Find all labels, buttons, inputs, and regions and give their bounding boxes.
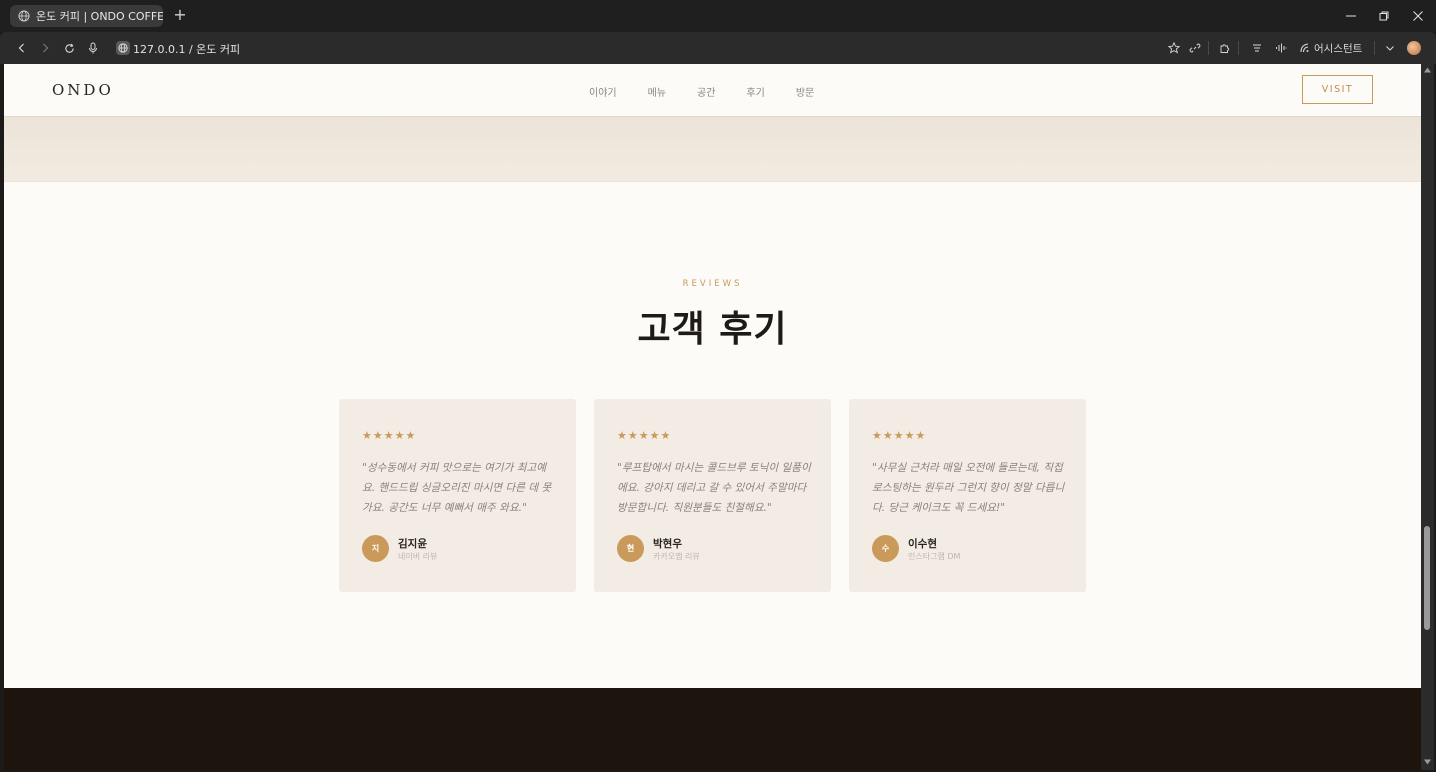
toolbar-divider <box>1208 41 1209 55</box>
visit-button[interactable]: VISIT <box>1302 75 1373 104</box>
review-card: ★★★★★ "성수동에서 커피 맛으로는 여기가 최고예요. 핸드드립 싱글오리… <box>339 399 576 592</box>
address-bar[interactable]: 127.0.0.1 / 온도 커피 <box>133 41 240 57</box>
page-viewport: ONDO 이야기 메뉴 공간 후기 방문 VISIT REVIEWS 고객 후기… <box>4 64 1421 770</box>
new-tab-button[interactable]: + <box>172 6 188 24</box>
reviewer-source: 카카오맵 리뷰 <box>653 552 700 561</box>
chevron-down-icon[interactable] <box>1382 40 1398 56</box>
browser-titlebar: 온도 커피 | ONDO COFFEE + <box>0 0 1436 32</box>
audio-wave-icon[interactable] <box>1273 40 1289 56</box>
tab-title: 온도 커피 | ONDO COFFEE <box>36 10 163 23</box>
reviewer-name: 이수현 <box>908 538 937 550</box>
globe-icon <box>18 10 30 22</box>
nav-item-reviews[interactable]: 후기 <box>746 84 764 99</box>
star-rating: ★★★★★ <box>872 429 927 442</box>
site-logo[interactable]: ONDO <box>52 81 114 99</box>
review-quote: "성수동에서 커피 맛으로는 여기가 최고예요. 핸드드립 싱글오리진 마시면 … <box>362 462 552 514</box>
star-rating: ★★★★★ <box>617 429 672 442</box>
review-card: ★★★★★ "사무실 근처라 매일 오전에 들르는데, 직접 로스팅하는 원두라… <box>849 399 1086 592</box>
browser-toolbar: 127.0.0.1 / 온도 커피 어시스턴트 <box>0 32 1436 64</box>
reviewer-name: 박현우 <box>653 538 682 550</box>
link-icon[interactable] <box>1187 40 1203 56</box>
back-icon[interactable] <box>14 40 30 56</box>
reviewer-avatar: 현 <box>617 535 644 562</box>
reviewer-source: 인스타그램 DM <box>908 552 961 561</box>
site-header: ONDO 이야기 메뉴 공간 후기 방문 VISIT <box>4 64 1421 116</box>
review-card: ★★★★★ "루프탑에서 마시는 콜드브루 토닉이 일품이에요. 강아지 데리고… <box>594 399 831 592</box>
reviewer-name: 김지윤 <box>398 538 427 550</box>
reviewer-avatar: 수 <box>872 535 899 562</box>
toolbar-divider <box>1374 41 1375 55</box>
profile-avatar[interactable] <box>1407 41 1421 55</box>
review-quote: "루프탑에서 마시는 콜드브루 토닉이 일품이에요. 강아지 데리고 갈 수 있… <box>617 462 811 514</box>
extensions-icon[interactable] <box>1217 40 1233 56</box>
reviewer-avatar: 지 <box>362 535 389 562</box>
toolbar-divider <box>1238 41 1239 55</box>
minimize-icon[interactable] <box>1342 6 1360 26</box>
scrollbar-thumb[interactable] <box>1424 526 1430 630</box>
page-scrollbar[interactable] <box>1421 64 1434 770</box>
main-nav: 이야기 메뉴 공간 후기 방문 <box>589 84 845 99</box>
reading-list-icon[interactable] <box>1249 40 1265 56</box>
bookmark-star-icon[interactable] <box>1166 40 1182 56</box>
reload-icon[interactable] <box>61 40 77 56</box>
assistant-icon[interactable] <box>1297 40 1313 56</box>
reviews-eyebrow: REVIEWS <box>682 279 743 289</box>
restore-icon[interactable] <box>1375 6 1393 26</box>
nav-item-menu[interactable]: 메뉴 <box>648 84 666 99</box>
close-icon[interactable] <box>1409 6 1427 26</box>
nav-item-visit[interactable]: 방문 <box>796 84 814 99</box>
dark-footer-section <box>4 688 1421 770</box>
nav-item-space[interactable]: 공간 <box>697 84 715 99</box>
review-quote: "사무실 근처라 매일 오전에 들르는데, 직접 로스팅하는 원두라 그런지 향… <box>872 462 1065 514</box>
nav-item-story[interactable]: 이야기 <box>589 84 617 99</box>
section-divider-band <box>4 116 1421 182</box>
forward-icon[interactable] <box>37 40 53 56</box>
reviewer-source: 네이버 리뷰 <box>398 552 438 561</box>
scroll-up-arrow-icon[interactable] <box>1423 66 1432 74</box>
star-rating: ★★★★★ <box>362 429 417 442</box>
assistant-label[interactable]: 어시스턴트 <box>1314 41 1362 56</box>
scroll-down-arrow-icon[interactable] <box>1423 758 1432 766</box>
site-info-icon[interactable] <box>116 41 130 55</box>
reviews-title: 고객 후기 <box>637 308 788 350</box>
microphone-icon[interactable] <box>85 40 101 56</box>
browser-tab[interactable]: 온도 커피 | ONDO COFFEE <box>10 5 163 27</box>
